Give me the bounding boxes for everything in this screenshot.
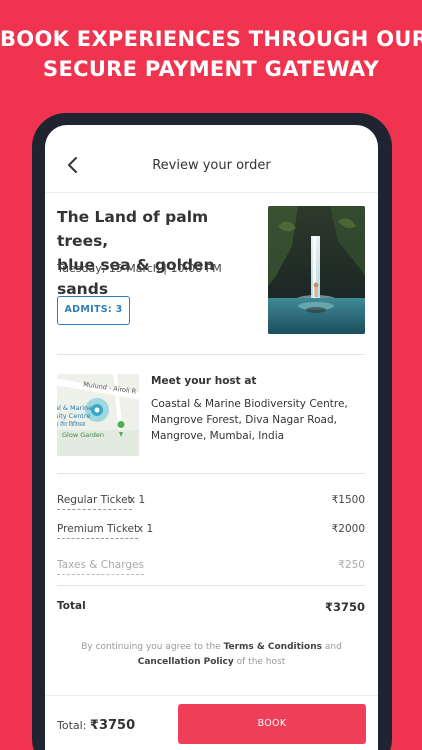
footer-total: Total: ₹3750 [57,718,135,733]
map-poi-label: Glow Garden [62,431,105,439]
regular-ticket-amount: ₹1500 [331,494,365,506]
checkout-footer: Total: ₹3750 BOOK [45,695,378,750]
review-order-screen: Review your order The Land of palm trees… [45,125,378,750]
experience-date: Tuesday, 15 March | 10:00 PM [57,262,222,275]
waterfall-photo-icon [268,206,365,334]
section-divider [57,585,365,586]
promo-line-2: SECURE PAYMENT GATEWAY [43,57,379,81]
total-amount: ₹3750 [324,600,365,614]
taxes-label[interactable]: Taxes & Charges [57,559,144,575]
section-divider [57,473,365,474]
terms-notice: By continuing you agree to the Terms & C… [65,640,358,670]
map-place-label-2: sity Centre [57,412,91,420]
regular-ticket-label[interactable]: Regular Ticket [57,494,132,510]
experience-photo [268,206,365,334]
section-divider [57,354,365,355]
experience-title: The Land of palm trees, blue sea & golde… [57,205,257,301]
footer-total-value: ₹3750 [89,718,136,733]
map-place-label-1: al & Marine [57,404,93,412]
nav-bar: Review your order [45,125,378,193]
host-address: Coastal & Marine Biodiversity Centre, Ma… [151,398,348,442]
admits-badge[interactable]: ADMITS: 3 [57,296,130,325]
taxes-amount: ₹250 [338,559,365,571]
terms-conditions-link[interactable]: Terms & Conditions [224,642,322,652]
book-button[interactable]: BOOK [178,704,366,744]
experience-title-line-2: blue sea & golden sands [57,256,215,298]
host-heading: Meet your host at [151,375,257,387]
terms-suffix: of the host [236,657,286,667]
promo-line-1: BOOK EXPERIENCES THROUGH OUR [0,27,422,51]
cancellation-policy-link[interactable]: Cancellation Policy [138,657,234,667]
premium-ticket-qty: x 1 [137,523,154,535]
premium-ticket-amount: ₹2000 [331,523,365,535]
total-label: Total [57,600,86,612]
promo-headline: BOOK EXPERIENCES THROUGH OUR SECURE PAYM… [0,24,422,84]
host-location-map[interactable]: Mulund - Airoli R al & Marine sity Centr… [57,374,139,456]
terms-prefix: By continuing you agree to the [81,642,221,652]
experience-title-line-1: The Land of palm trees, [57,208,209,250]
page-title: Review your order [152,158,271,173]
premium-ticket-label[interactable]: Premium Ticket [57,523,139,539]
terms-middle: and [324,642,342,652]
footer-total-label: Total: [57,719,87,732]
regular-ticket-qty: x 1 [129,494,146,506]
map-place-label-3: त्र जैव विविधता [57,422,86,428]
